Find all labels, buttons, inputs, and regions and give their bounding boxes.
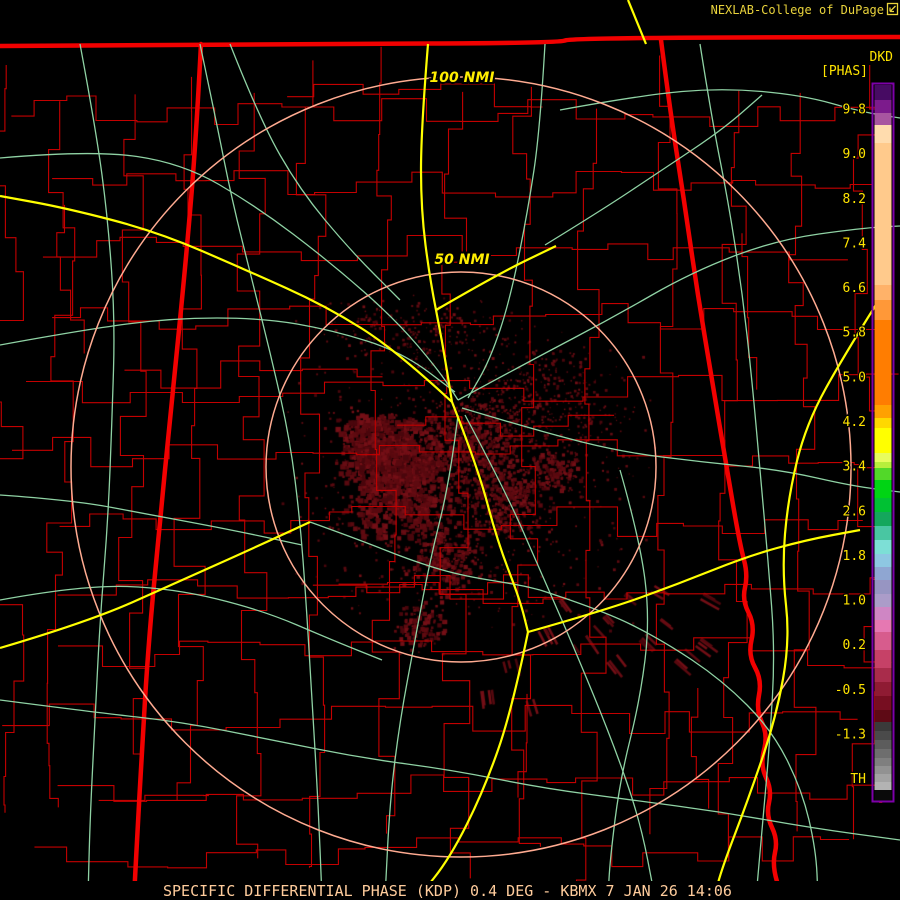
colorbar-tick-label: 9.0	[843, 147, 866, 162]
colorbar-threshold-label: TH	[850, 772, 866, 787]
colorbar-tick-label: -1.3	[835, 728, 866, 743]
colorbar-tick-label: 0.2	[843, 638, 866, 653]
colorbar-tick-label: 3.4	[843, 460, 867, 475]
colorbar-tick-label: 2.6	[843, 504, 866, 519]
colorbar-tick-label: 8.2	[843, 192, 866, 207]
nexlab-logo-icon	[886, 2, 899, 16]
colorbar-product-label: DKD	[870, 50, 894, 65]
colorbar-tick-label: 5.0	[843, 370, 866, 385]
highways-layer	[0, 0, 885, 899]
colorbar: 9.8 9.0 8.2 7.4 6.6 5.8 5.0 4.2 3.4 2.6 1.8 1.0 0.2 -…	[833, 82, 895, 803]
colorbar-tick-label: 1.8	[843, 549, 866, 564]
range-ring-label-100nmi: 100 NMI	[430, 70, 495, 86]
colorbar-tick-label: 1.0	[843, 594, 866, 609]
page-title: NEXLAB-College of DuPage	[711, 3, 884, 17]
colorbar-units-label: [PHAS]	[821, 64, 868, 79]
colorbar-tick-label: 5.8	[843, 326, 866, 341]
radar-map: 100 NMI 50 NMI 9.8 9.0 8.2 7.4 6.6 5.8 5.0 4.2 3…	[0, 0, 900, 900]
colorbar-tick-label: 7.4	[843, 236, 867, 251]
product-caption: SPECIFIC DIFFERENTIAL PHASE (KDP) 0.4 DE…	[163, 882, 732, 900]
colorbar-tick-label: 6.6	[843, 281, 866, 296]
colorbar-tick-label: 9.8	[843, 103, 866, 118]
colorbar-tick-label: -0.5	[835, 683, 866, 698]
colorbar-tick-label: 4.2	[843, 415, 866, 430]
radar-viewport: 100 NMI 50 NMI 9.8 9.0 8.2 7.4 6.6 5.8 5.0 4.2 3…	[0, 0, 900, 900]
range-ring-label-50nmi: 50 NMI	[434, 252, 489, 268]
